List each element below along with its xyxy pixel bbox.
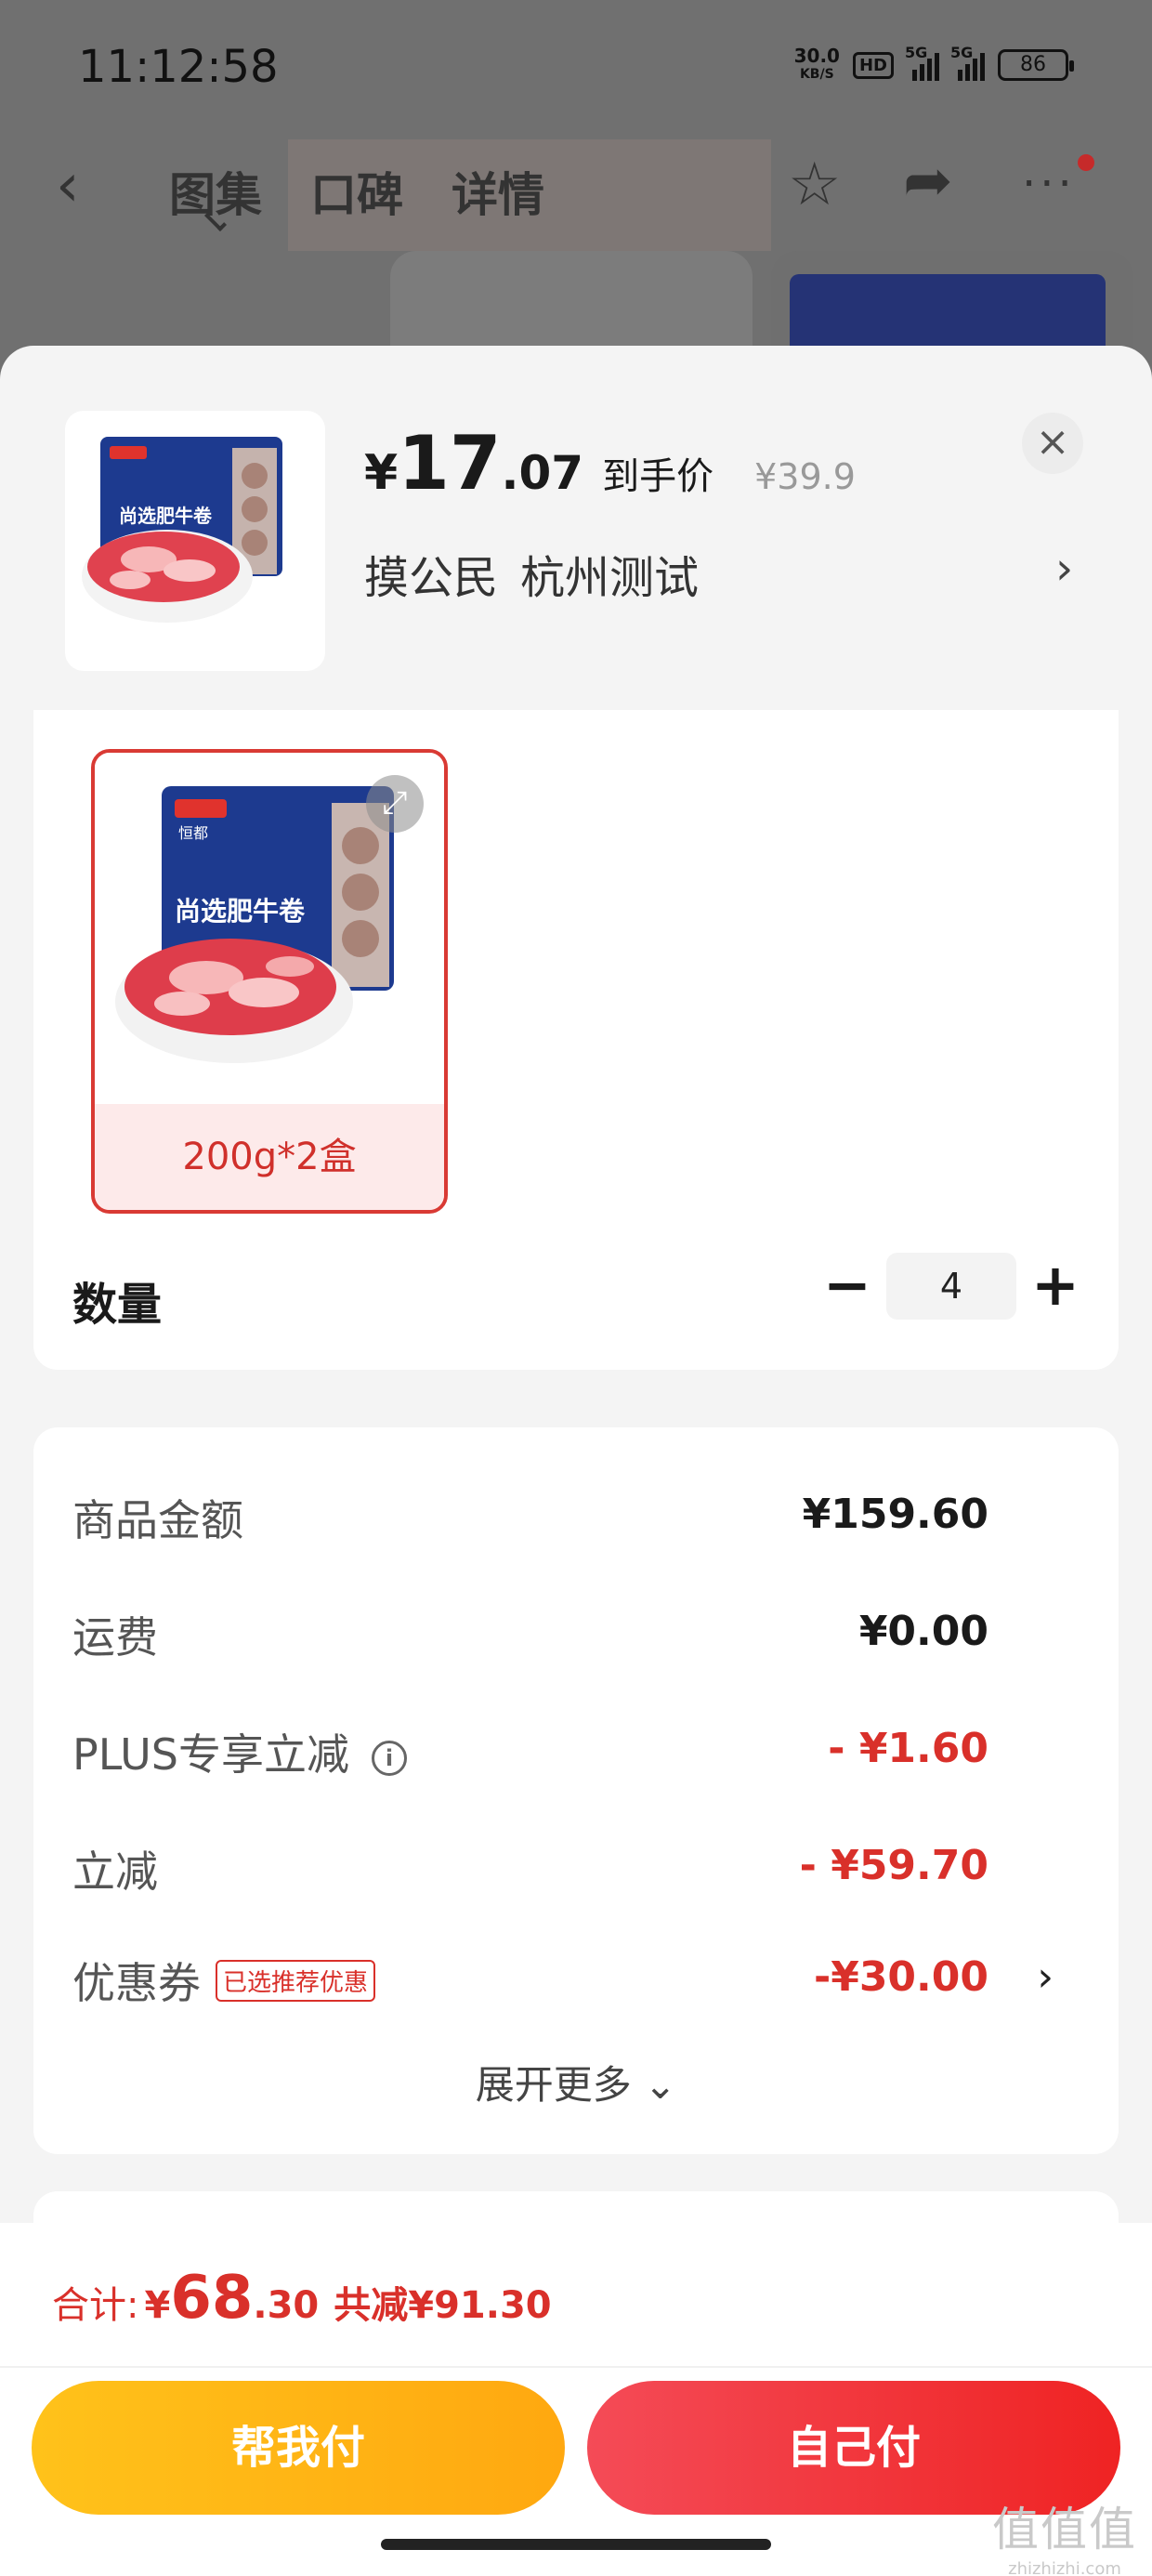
- more-icon[interactable]: ···: [1022, 158, 1076, 210]
- total-currency: ¥: [144, 2284, 171, 2327]
- row-label: 优惠券 已选推荐优惠: [72, 1950, 376, 2011]
- signal-icon: 5G: [950, 44, 985, 81]
- shop-location: 杭州测试: [520, 552, 700, 604]
- total-decimal: .30: [253, 2284, 320, 2327]
- top-nav: ‹ 图集 口碑 详情 ☆ ➦ ···: [0, 149, 1152, 232]
- close-button[interactable]: ×: [1022, 413, 1083, 474]
- row-label: 商品金额: [72, 1495, 243, 1545]
- back-arrow-icon[interactable]: ‹: [56, 156, 111, 223]
- shop-address[interactable]: 摸公民 杭州测试: [364, 541, 699, 606]
- signal-icon: 5G: [905, 44, 939, 81]
- row-coupon[interactable]: 优惠券 已选推荐优惠 -¥30.00 ›: [72, 1950, 1080, 2015]
- watermark: 值值值 zhizhizhi.com: [992, 2503, 1137, 2576]
- price-currency: ¥: [364, 445, 399, 501]
- total-integer: 68: [170, 2264, 254, 2333]
- row-plus-discount: PLUS专享立减 i - ¥1.60: [72, 1721, 1080, 1786]
- row-label: 运费: [72, 1612, 158, 1663]
- close-icon: ×: [1035, 418, 1070, 466]
- chevron-right-icon[interactable]: ›: [1037, 1953, 1054, 2001]
- hd-icon: HD: [852, 51, 894, 79]
- help-me-pay-button[interactable]: 帮我付: [32, 2381, 565, 2515]
- total-label: 合计:: [52, 2284, 139, 2327]
- expand-more-button[interactable]: 展开更多 ⌄: [33, 2054, 1119, 2110]
- price-breakdown-card: 商品金额 ¥159.60 运费 ¥0.00 PLUS专享立减 i - ¥1.60 …: [33, 1427, 1119, 2154]
- tab-reviews[interactable]: 口碑: [310, 158, 403, 225]
- row-label: 立减: [72, 1847, 158, 1897]
- sku-option[interactable]: 恒都 尚选肥牛卷 ⤢ 200g*2盒: [91, 749, 448, 1214]
- row-goods-amount: 商品金额 ¥159.60: [72, 1487, 1080, 1552]
- product-thumbnail[interactable]: 尚选肥牛卷: [65, 411, 325, 671]
- sheet-header: 尚选肥牛卷 ¥ 17 .07 到手价 ¥39.9 摸公民 杭州测试 › ×: [0, 346, 1152, 710]
- status-icons: 30.0 KB/S HD 5G 5G 86: [793, 44, 1074, 84]
- package-title: 尚选肥牛卷: [175, 896, 306, 927]
- price-tag: 到手价: [602, 455, 714, 498]
- divider: [0, 2366, 1152, 2368]
- total-saving: 共减¥91.30: [334, 2284, 552, 2327]
- star-icon[interactable]: ☆: [788, 152, 841, 217]
- sku-card: 恒都 尚选肥牛卷 ⤢ 200g*2盒 数量 − 4 +: [33, 710, 1119, 1370]
- row-shipping: 运费 ¥0.00: [72, 1604, 1080, 1669]
- row-instant-discount: 立减 - ¥59.70: [72, 1838, 1080, 1903]
- status-time: 11:12:58: [78, 41, 279, 93]
- sku-option-label: 200g*2盒: [95, 1104, 444, 1210]
- quantity-input[interactable]: 4: [886, 1253, 1016, 1320]
- price-line: ¥ 17 .07 到手价 ¥39.9: [364, 420, 856, 506]
- info-icon[interactable]: i: [371, 1741, 407, 1776]
- shop-name: 摸公民: [364, 552, 499, 604]
- package-title: 尚选肥牛卷: [119, 505, 213, 527]
- row-label: PLUS专享立减 i: [72, 1721, 407, 1782]
- share-icon[interactable]: ➦: [903, 149, 953, 214]
- notification-dot: [1078, 154, 1094, 171]
- quantity-increment-button[interactable]: +: [1028, 1255, 1083, 1316]
- quantity-label: 数量: [72, 1279, 163, 1331]
- coupon-badge: 已选推荐优惠: [216, 1960, 376, 2002]
- original-price: ¥39.9: [754, 456, 856, 497]
- net-speed: 30.0 KB/S: [793, 45, 840, 82]
- nav-tabs: 图集 口碑 详情: [169, 158, 544, 225]
- row-value: - ¥59.70: [799, 1842, 988, 1889]
- row-value: ¥159.60: [802, 1491, 988, 1538]
- price-integer: 17: [398, 420, 502, 506]
- home-indicator[interactable]: [381, 2539, 771, 2550]
- background-page: 11:12:58 30.0 KB/S HD 5G 5G 86 ‹ 图集 口碑 详…: [0, 0, 1152, 390]
- quantity-decrement-button[interactable]: −: [821, 1256, 873, 1318]
- chevron-down-icon: ⌄: [644, 2062, 677, 2108]
- price-decimal: .07: [501, 446, 584, 500]
- status-bar: 11:12:58 30.0 KB/S HD 5G 5G 86: [0, 0, 1152, 139]
- total-line: 合计: ¥ 68 .30 共减¥91.30: [52, 2264, 552, 2333]
- battery-icon: 86: [998, 49, 1074, 81]
- checkout-footer: 合计: ¥ 68 .30 共减¥91.30 帮我付 自己付 值值值 zhizhi…: [0, 2223, 1152, 2576]
- chevron-right-icon[interactable]: ›: [1055, 543, 1073, 595]
- package-brand: 恒都: [178, 824, 208, 842]
- row-value: - ¥1.60: [828, 1725, 988, 1772]
- row-value: ¥0.00: [858, 1608, 988, 1655]
- tab-details[interactable]: 详情: [452, 158, 544, 225]
- row-value: -¥30.00: [813, 1953, 988, 2001]
- expand-icon[interactable]: ⤢: [366, 775, 424, 833]
